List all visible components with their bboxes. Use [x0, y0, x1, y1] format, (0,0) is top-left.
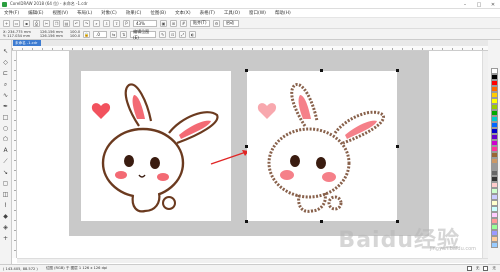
status-bar: ( 143.405, 88.572 ) 位图 (RGB) 于 图层 1 126 …: [0, 264, 500, 272]
cursor-coordinates: ( 143.405, 88.572 ): [3, 266, 38, 271]
bitmap-color-mask-icon[interactable]: ◐: [189, 30, 197, 38]
transparency-tool-icon[interactable]: ◫: [2, 191, 9, 198]
full-screen-icon[interactable]: ▣: [160, 19, 167, 27]
text-tool-icon[interactable]: A: [2, 147, 9, 154]
traced-bunny-bitmap[interactable]: [247, 71, 397, 221]
menu-text[interactable]: 文本(X): [175, 10, 191, 16]
trace-bitmap-icon[interactable]: ✎: [159, 30, 167, 38]
ellipse-tool-icon[interactable]: ○: [2, 125, 9, 132]
crop-icon[interactable]: ⊡: [169, 30, 177, 38]
selection-handle[interactable]: [245, 69, 248, 72]
coreldraw-app-icon: [2, 1, 7, 7]
menu-file[interactable]: 文件(F): [4, 10, 19, 16]
options-icon[interactable]: ⚙: [213, 19, 220, 27]
mirror-vertical-icon[interactable]: ⇅: [120, 30, 128, 38]
rotation-angle-field[interactable]: .0: [93, 30, 108, 38]
scale-fields[interactable]: 100.0 100.0: [70, 30, 80, 38]
edit-bitmap-button[interactable]: 编辑位图(E): [130, 29, 157, 40]
launch-dropdown[interactable]: 启动: [223, 19, 239, 27]
drop-shadow-icon[interactable]: ▢: [2, 180, 9, 187]
menu-bar: 文件(F) 编辑(E) 视图(V) 布局(L) 对象(C) 效果(C) 位图(B…: [0, 9, 500, 18]
paste-icon[interactable]: ▤: [63, 19, 70, 27]
shape-tool-icon[interactable]: ◇: [2, 59, 9, 66]
polygon-tool-icon[interactable]: ⬠: [2, 136, 9, 143]
undo-icon[interactable]: ↶: [73, 19, 80, 27]
menu-window[interactable]: 窗口(W): [249, 10, 266, 16]
palette-swatch[interactable]: [490, 242, 498, 248]
selection-handle[interactable]: [320, 220, 323, 223]
size-fields[interactable]: 126.156 mm 126.156 mm: [40, 30, 63, 38]
fill-outline-indicator: 无 无: [466, 266, 496, 271]
new-document-icon[interactable]: +: [3, 19, 10, 27]
publish-pdf-icon[interactable]: P: [123, 19, 130, 27]
snap-to-dropdown[interactable]: 贴齐(T): [190, 19, 210, 27]
resample-icon[interactable]: ⤢: [179, 30, 187, 38]
color-palette: [488, 40, 500, 264]
fill-label: 无: [475, 266, 480, 270]
rulers-icon[interactable]: ⊞: [170, 19, 177, 27]
standard-toolbar: + ▭ ▪ ⎙ ✂ ❐ ▤ ↶ ↷ ⌕ ⇩ ⇧ P 43% ▣ ⊞ # 贴齐(T…: [0, 18, 500, 29]
smart-fill-icon[interactable]: ◈: [2, 224, 9, 231]
menu-bitmaps[interactable]: 位图(B): [150, 10, 166, 16]
horizontal-scrollbar[interactable]: [17, 258, 488, 263]
title-bar: CorelDRAW 2018 (64 位) - 未命名 -1.cdr – □ ✕: [0, 0, 500, 9]
selection-info: 位图 (RGB) 于 图层 1 126 x 126 dpi: [45, 266, 108, 270]
maximize-icon[interactable]: □: [472, 0, 486, 9]
freehand-tool-icon[interactable]: ∿: [2, 92, 9, 99]
copy-icon[interactable]: ❐: [53, 19, 60, 27]
window-title: CorelDRAW 2018 (64 位) - 未命名 -1.cdr: [10, 1, 88, 6]
menu-tools[interactable]: 工具(O): [224, 10, 240, 16]
import-icon[interactable]: ⇩: [103, 19, 110, 27]
menu-effects[interactable]: 效果(C): [126, 10, 142, 16]
eyedropper-icon[interactable]: ⌇: [2, 202, 9, 209]
export-icon[interactable]: ⇧: [113, 19, 120, 27]
selection-handle[interactable]: [245, 145, 248, 148]
window-controls: – □ ✕: [458, 0, 500, 9]
pick-tool-icon[interactable]: ↖: [2, 48, 9, 55]
minimize-icon[interactable]: –: [458, 0, 472, 9]
traced-bunny-icon: [257, 83, 385, 213]
add-tool-icon[interactable]: +: [2, 235, 9, 242]
crop-tool-icon[interactable]: ⊏: [2, 70, 9, 77]
menu-table[interactable]: 表格(T): [200, 10, 215, 16]
menu-edit[interactable]: 编辑(E): [28, 10, 43, 16]
selection-handle[interactable]: [245, 220, 248, 223]
menu-object[interactable]: 对象(C): [101, 10, 117, 16]
redo-icon[interactable]: ↷: [83, 19, 90, 27]
outline-swatch[interactable]: [483, 266, 489, 271]
menu-layout[interactable]: 布局(L): [77, 10, 92, 16]
y-position-field[interactable]: Y: 117.034 mm: [3, 34, 31, 38]
rectangle-tool-icon[interactable]: □: [2, 114, 9, 121]
grid-icon[interactable]: #: [180, 19, 187, 27]
selection-handle[interactable]: [320, 69, 323, 72]
menu-help[interactable]: 帮助(H): [275, 10, 291, 16]
selection-handle[interactable]: [396, 69, 399, 72]
selection-handle[interactable]: [396, 145, 399, 148]
parallel-dimension-icon[interactable]: ⟋: [2, 158, 9, 165]
zoom-level-select[interactable]: 43%: [133, 19, 157, 27]
menu-view[interactable]: 视图(V): [52, 10, 68, 16]
open-icon[interactable]: ▭: [13, 19, 20, 27]
connector-tool-icon[interactable]: ↘: [2, 169, 9, 176]
height-field[interactable]: 126.156 mm: [40, 34, 63, 38]
artistic-media-icon[interactable]: ✒: [2, 103, 9, 110]
close-icon[interactable]: ✕: [486, 0, 500, 9]
mirror-horizontal-icon[interactable]: ⇆: [110, 30, 118, 38]
fill-swatch[interactable]: [466, 266, 472, 271]
zoom-tool-icon[interactable]: ⌕: [2, 81, 9, 88]
outline-label: 无: [492, 266, 496, 270]
save-icon[interactable]: ▪: [23, 19, 30, 27]
drawing-page[interactable]: [69, 51, 429, 236]
interactive-fill-icon[interactable]: ◆: [2, 213, 9, 220]
lock-ratio-icon[interactable]: 🔒: [83, 30, 91, 38]
cut-icon[interactable]: ✂: [43, 19, 50, 27]
property-bar: X: 234.775 mm Y: 117.034 mm 126.156 mm 1…: [0, 29, 500, 40]
search-icon[interactable]: ⌕: [93, 19, 100, 27]
position-fields[interactable]: X: 234.775 mm Y: 117.034 mm: [3, 30, 31, 38]
toolbox: ↖ ◇ ⊏ ⌕ ∿ ✒ □ ○ ⬠ A ⟋ ↘ ▢ ◫ ⌇ ◆ ◈ +: [0, 40, 12, 264]
print-icon[interactable]: ⎙: [33, 19, 40, 27]
scale-y-field[interactable]: 100.0: [70, 34, 80, 38]
baidu-watermark-url: jingyan.baidu.com: [429, 246, 476, 252]
